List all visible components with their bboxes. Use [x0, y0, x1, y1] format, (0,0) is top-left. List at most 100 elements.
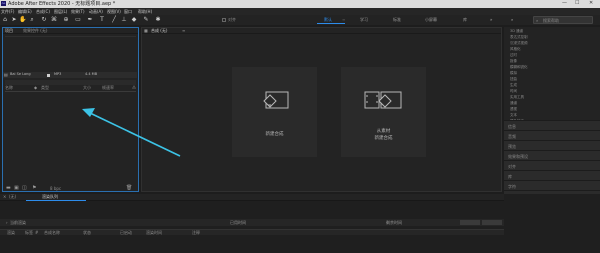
panel-preview[interactable]: 预览: [504, 140, 600, 150]
list-item[interactable]: ▤ Bai Se Long MP3 4.4 MB: [3, 72, 137, 78]
camera-tool-icon[interactable]: ⌘: [50, 16, 58, 24]
project-settings-icon[interactable]: ⚑: [32, 186, 36, 191]
column-type[interactable]: 类型: [41, 86, 49, 90]
list-item[interactable]: 过时: [510, 53, 517, 58]
render-button[interactable]: [482, 220, 502, 225]
new-composition-icon: [263, 91, 289, 109]
list-item[interactable]: 通道: [510, 101, 517, 106]
minimize-button[interactable]: —: [562, 0, 567, 6]
clone-stamp-tool-icon[interactable]: ⊥: [120, 16, 128, 24]
list-item[interactable]: 扭曲: [510, 77, 517, 82]
workspace-library[interactable]: 库: [463, 17, 467, 22]
new-folder-icon[interactable]: ▣: [14, 186, 19, 191]
project-search-input[interactable]: [5, 80, 136, 85]
list-item[interactable]: 文本: [510, 113, 517, 118]
home-icon[interactable]: ⌂: [1, 16, 9, 24]
more-workspaces-icon[interactable]: »: [490, 17, 492, 22]
column-status[interactable]: 状态: [83, 231, 91, 235]
timeline-panel[interactable]: × (无) 渲染队列 › 当前渲染 已用时间 剩余时间 渲染 标签 # 合成名称…: [0, 194, 600, 253]
project-panel[interactable]: 项目 效果控件 (无) 名称 ◆ 类型 大小 帧速率 ⁂ ▬ ▣ ◫ ⚑ 8 b…: [2, 27, 139, 192]
interpret-footage-icon[interactable]: ▬: [6, 186, 11, 191]
menu-layer[interactable]: 图层(L): [54, 9, 67, 14]
bpc-toggle[interactable]: 8 bpc: [50, 186, 61, 191]
column-size[interactable]: 大小: [83, 86, 91, 90]
from-footage-card[interactable]: 从素材 新建合成: [341, 67, 426, 157]
workspace-menu-icon[interactable]: ≡: [342, 17, 345, 22]
label-color-swatch[interactable]: [47, 73, 50, 77]
column-render-time[interactable]: 渲染时间: [146, 231, 162, 235]
pan-behind-tool-icon[interactable]: ⊕: [62, 16, 70, 24]
list-item[interactable]: 时间: [510, 89, 517, 94]
list-item[interactable]: 模糊和锐化: [510, 65, 528, 70]
disclosure-arrow-icon[interactable]: ›: [6, 220, 8, 225]
tab-timeline-none[interactable]: (无): [9, 195, 16, 199]
panel-character[interactable]: 字符: [504, 180, 600, 190]
menu-help[interactable]: 帮助(H): [138, 9, 152, 14]
tab-effect-controls[interactable]: 效果控件 (无): [23, 29, 47, 33]
rectangle-tool-icon[interactable]: ▭: [74, 16, 82, 24]
list-item[interactable]: 生成: [510, 83, 517, 88]
list-item[interactable]: 抠像: [510, 59, 517, 64]
selection-tool-icon[interactable]: ➤: [10, 16, 18, 24]
column-comp-name[interactable]: 合成名称: [44, 231, 60, 235]
puppet-tool-icon[interactable]: ✱: [154, 16, 162, 24]
panel-align[interactable]: 对齐: [504, 160, 600, 170]
delete-icon[interactable]: 🗑: [126, 186, 132, 191]
workspace-standard[interactable]: 标准: [393, 17, 401, 22]
column-frame-rate[interactable]: 帧速率: [102, 86, 114, 90]
tab-render-queue[interactable]: 渲染队列: [42, 195, 58, 199]
menu-file[interactable]: 文件(F): [1, 9, 14, 14]
menu-edit[interactable]: 编辑(E): [18, 9, 32, 14]
rotate-tool-icon[interactable]: ↻: [40, 16, 48, 24]
list-item[interactable]: 模拟: [510, 71, 517, 76]
snap-checkbox[interactable]: [222, 18, 226, 22]
zoom-tool-icon[interactable]: ⌕: [28, 16, 36, 24]
column-number[interactable]: #: [35, 231, 38, 235]
from-footage-icon: [364, 91, 402, 109]
column-options-icon[interactable]: ⁂: [132, 86, 136, 90]
eraser-tool-icon[interactable]: ◆: [130, 16, 138, 24]
pen-tool-icon[interactable]: ✒: [86, 16, 94, 24]
list-item[interactable]: 沉浸式视频: [510, 41, 528, 46]
tab-composition[interactable]: 合成 (无): [151, 29, 167, 33]
menu-composition[interactable]: 合成(C): [36, 9, 50, 14]
menu-view[interactable]: 视图(V): [107, 9, 121, 14]
list-item[interactable]: 实用工具: [510, 95, 524, 100]
close-tab-icon[interactable]: ×: [3, 195, 6, 199]
panel-effects-presets[interactable]: 效果和预设: [504, 150, 600, 160]
panel-menu-icon[interactable]: ≡: [182, 29, 185, 33]
panel-info[interactable]: 信息: [504, 120, 600, 130]
new-composition-icon[interactable]: ◫: [22, 186, 27, 191]
menu-window[interactable]: 窗口: [124, 9, 132, 14]
list-item[interactable]: 透视: [510, 107, 517, 112]
list-item[interactable]: 风格化: [510, 47, 521, 52]
lock-icon[interactable]: ■: [144, 29, 148, 33]
search-icon[interactable]: ⌕: [511, 17, 513, 22]
hand-tool-icon[interactable]: ✋: [19, 16, 27, 24]
maximize-button[interactable]: ☐: [575, 0, 579, 6]
pause-button[interactable]: [460, 220, 480, 225]
close-button[interactable]: ✕: [589, 0, 593, 6]
column-render[interactable]: 渲染: [7, 231, 15, 235]
workspace-default[interactable]: 默认: [324, 17, 332, 22]
workspace-learn[interactable]: 学习: [360, 17, 368, 22]
type-tool-icon[interactable]: T: [98, 16, 106, 24]
tab-project[interactable]: 项目: [5, 29, 13, 33]
list-item[interactable]: 表达式控制: [510, 35, 528, 40]
column-started[interactable]: 已启动: [120, 231, 132, 235]
column-comment[interactable]: 注释: [192, 231, 200, 235]
list-item[interactable]: 3D 通道: [510, 29, 523, 34]
column-label[interactable]: 标签: [25, 231, 33, 235]
menu-effect[interactable]: 效果(T): [71, 9, 85, 14]
label-column-icon[interactable]: ◆: [34, 86, 37, 90]
panel-library[interactable]: 库: [504, 170, 600, 180]
panel-audio[interactable]: 音频: [504, 130, 600, 140]
new-composition-card[interactable]: 新建合成: [232, 67, 317, 157]
roto-brush-tool-icon[interactable]: ✎: [142, 16, 150, 24]
menu-animation[interactable]: 动画(A): [89, 9, 103, 14]
brush-tool-icon[interactable]: ╱: [110, 16, 118, 24]
column-name[interactable]: 名称: [5, 86, 13, 90]
composition-panel[interactable]: ■ 合成 (无) ≡ 新建合成 从素材 新建合成: [141, 27, 502, 192]
search-help-field[interactable]: ⌕ 搜索帮助: [533, 16, 593, 24]
workspace-small-screen[interactable]: 小屏幕: [425, 17, 437, 22]
